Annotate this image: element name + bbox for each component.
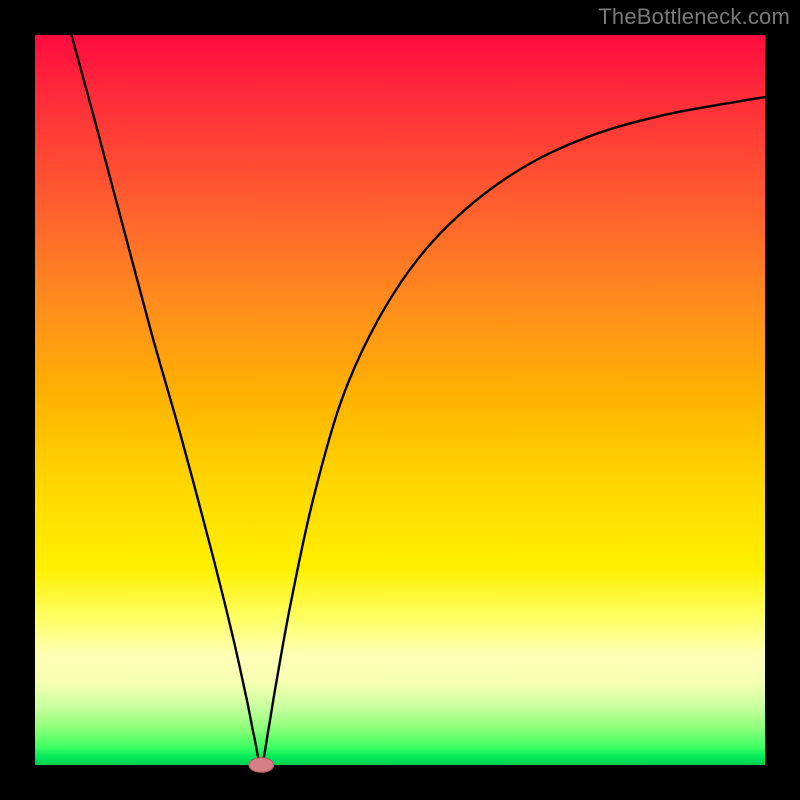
curve-layer [35, 35, 765, 765]
chart-frame: TheBottleneck.com [0, 0, 800, 800]
watermark-text: TheBottleneck.com [598, 4, 790, 30]
plot-area [35, 35, 765, 765]
bottleneck-curve [72, 35, 766, 765]
minimum-marker [249, 758, 274, 773]
